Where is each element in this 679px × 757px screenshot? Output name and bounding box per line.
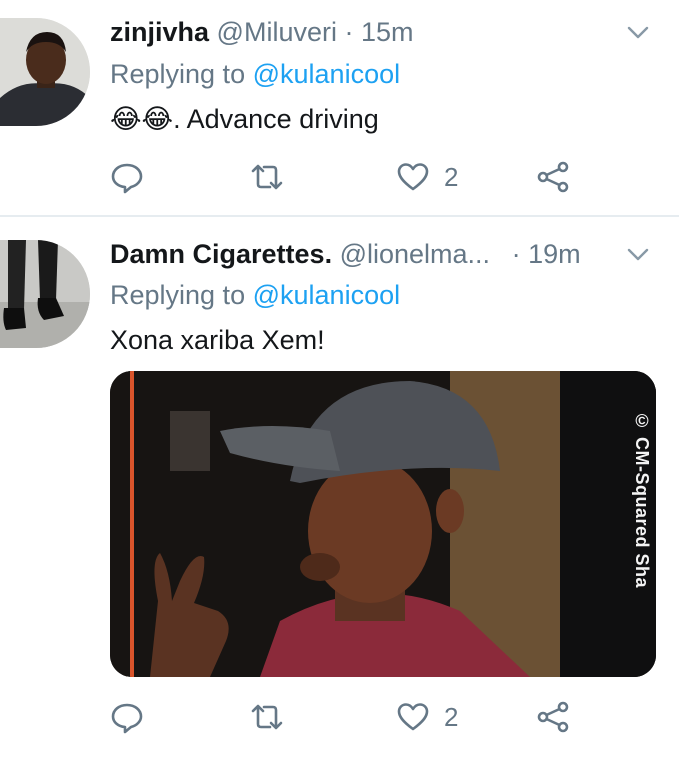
divider: [0, 215, 679, 217]
like-count: 2: [444, 701, 459, 732]
separator: ·: [344, 17, 354, 47]
retweet-icon: [251, 704, 283, 730]
retweet-button[interactable]: [250, 697, 284, 737]
action-bar: 2: [110, 697, 610, 737]
like-count: 2: [444, 161, 459, 192]
image-watermark: © CM-Squared Sha: [632, 411, 652, 589]
avatar[interactable]: [0, 18, 90, 126]
share-icon: [537, 161, 569, 193]
reply-button[interactable]: [110, 157, 144, 197]
tweet-header: zinjivha @Miluveri · 15m: [110, 14, 414, 50]
reply-button[interactable]: [110, 697, 144, 737]
action-bar: 2: [110, 157, 610, 197]
display-name[interactable]: zinjivha: [110, 17, 209, 47]
tweet-image[interactable]: © CM-Squared Sha: [110, 371, 656, 677]
heart-icon: [397, 703, 429, 731]
share-button[interactable]: [536, 157, 570, 197]
retweet-button[interactable]: [250, 157, 284, 197]
mention-link[interactable]: @kulanicool: [253, 280, 401, 310]
timestamp[interactable]: 15m: [361, 17, 414, 47]
tweet-2[interactable]: Damn Cigarettes. @lionelma... · 19m Repl…: [0, 218, 679, 757]
emoji: 😂😂: [110, 104, 174, 135]
handle[interactable]: @Miluveri: [217, 17, 337, 47]
like-button[interactable]: 2: [396, 157, 458, 197]
like-button[interactable]: 2: [396, 697, 458, 737]
mention-link[interactable]: @kulanicool: [253, 59, 401, 89]
tweet-text: Xona xariba Xem!: [110, 325, 325, 355]
share-icon: [537, 701, 569, 733]
chevron-down-icon[interactable]: [625, 19, 651, 45]
reply-icon: [111, 703, 143, 734]
chevron-down-icon[interactable]: [625, 241, 651, 267]
tweet-text-body: . Advance driving: [173, 104, 379, 134]
timestamp[interactable]: 19m: [528, 239, 581, 269]
tweet-header: Damn Cigarettes. @lionelma... · 19m: [110, 236, 581, 272]
tweet-text: 😂😂. Advance driving: [110, 101, 379, 138]
share-button[interactable]: [536, 697, 570, 737]
replying-to-label: Replying to: [110, 59, 246, 89]
retweet-icon: [251, 164, 283, 190]
separator: ·: [511, 239, 521, 269]
avatar[interactable]: [0, 240, 90, 348]
replying-to-label: Replying to: [110, 280, 246, 310]
replying-to-line: Replying to @kulanicool: [110, 277, 400, 313]
reply-icon: [111, 163, 143, 194]
replying-to-line: Replying to @kulanicool: [110, 56, 400, 92]
tweet-1[interactable]: zinjivha @Miluveri · 15m Replying to @ku…: [0, 0, 679, 216]
meme-photo: [110, 371, 656, 677]
display-name[interactable]: Damn Cigarettes.: [110, 239, 332, 269]
handle[interactable]: @lionelma...: [340, 239, 490, 269]
heart-icon: [397, 163, 429, 191]
